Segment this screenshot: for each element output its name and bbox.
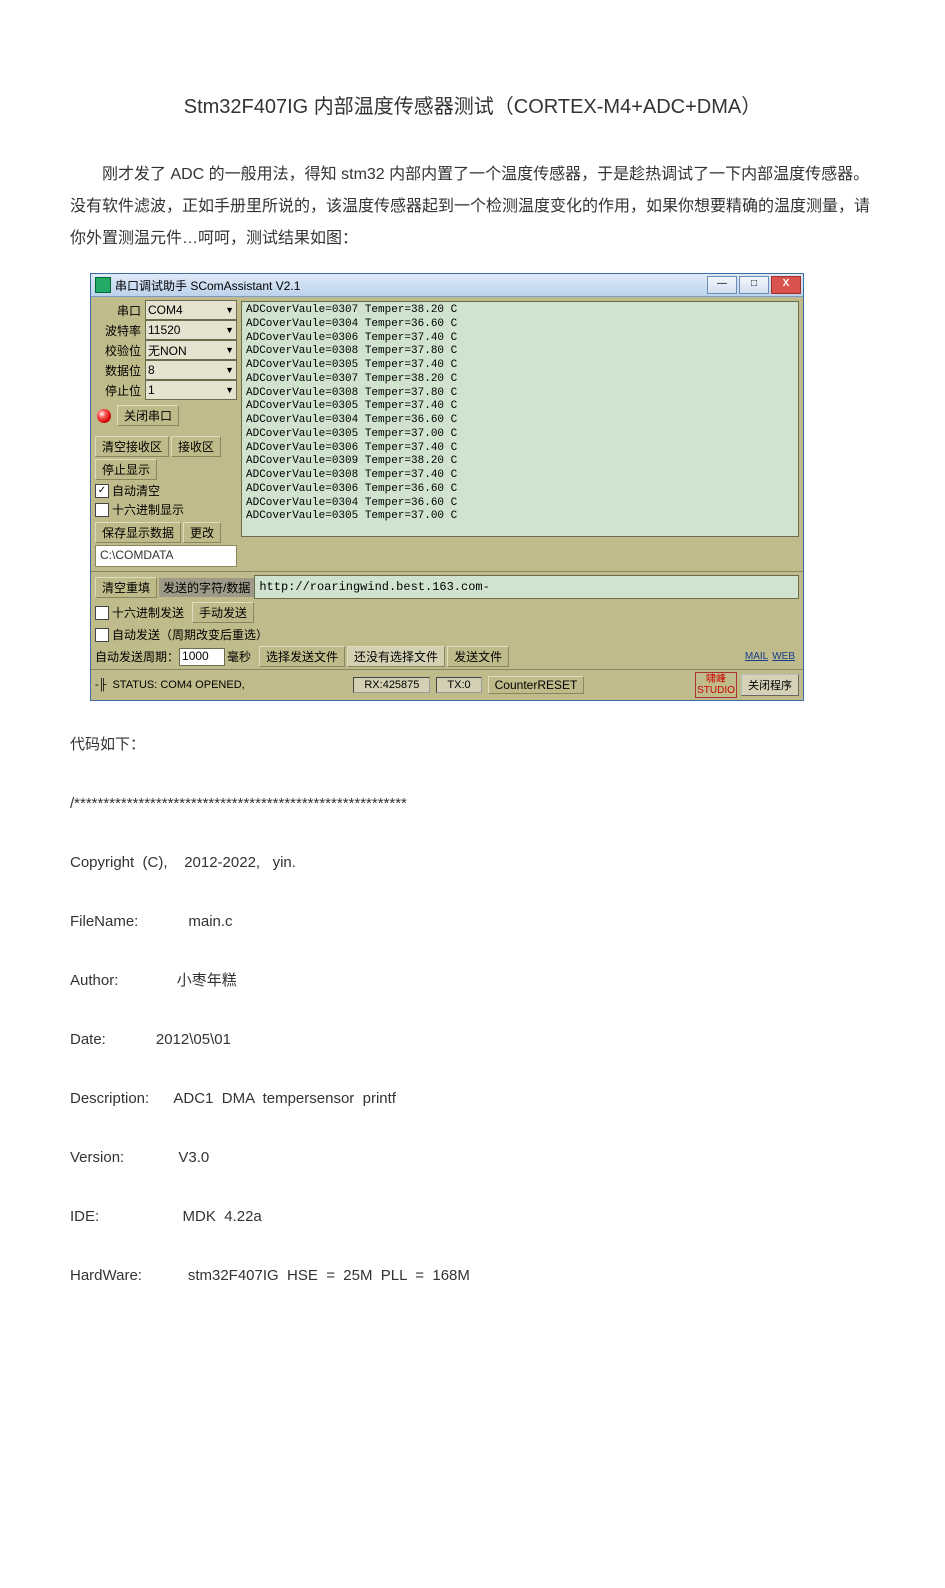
chevron-down-icon: ▼ bbox=[225, 345, 234, 355]
save-path-field[interactable]: C:\COMDATA bbox=[95, 545, 237, 567]
stopbits-select[interactable]: 1▼ bbox=[145, 380, 237, 400]
parity-label: 校验位 bbox=[95, 342, 145, 359]
code-copyright: Copyright (C), 2012-2022, yin. bbox=[70, 849, 875, 876]
parity-select[interactable]: 无NON▼ bbox=[145, 340, 237, 360]
code-filename: FileName: main.c bbox=[70, 908, 875, 935]
document-page: Stm32F407IG 内部温度传感器测试（CORTEX-M4+ADC+DMA）… bbox=[0, 0, 945, 1588]
hex-send-label: 十六进制发送 bbox=[112, 604, 184, 621]
port-label: 串口 bbox=[95, 302, 145, 319]
code-hardware: HardWare: stm32F407IG HSE = 25M PLL = 16… bbox=[70, 1262, 875, 1289]
code-author: Author: 小枣年糕 bbox=[70, 967, 875, 994]
send-file-button[interactable]: 发送文件 bbox=[447, 646, 509, 667]
app-icon bbox=[95, 277, 111, 293]
send-panel: 清空重填 发送的字符/数据 http://roaringwind.best.16… bbox=[91, 571, 803, 669]
code-description: Description: ADC1 DMA tempersensor print… bbox=[70, 1085, 875, 1112]
window-title: 串口调试助手 SComAssistant V2.1 bbox=[115, 277, 705, 294]
auto-clear-label: 自动清空 bbox=[112, 482, 160, 499]
auto-send-label: 自动发送（周期改变后重选） bbox=[112, 626, 268, 643]
hex-display-checkbox[interactable] bbox=[95, 503, 109, 517]
code-date: Date: 2012\05\01 bbox=[70, 1026, 875, 1053]
receive-textarea[interactable]: ADCoverVaule=0307 Temper=38.20 C ADCover… bbox=[241, 301, 799, 537]
rx-counter: RX:425875 bbox=[353, 677, 430, 693]
window-titlebar[interactable]: 串口调试助手 SComAssistant V2.1 — □ X bbox=[91, 274, 803, 297]
change-path-button[interactable]: 更改 bbox=[183, 522, 221, 543]
auto-send-checkbox[interactable] bbox=[95, 628, 109, 642]
port-select[interactable]: COM4▼ bbox=[145, 300, 237, 320]
studio-logo: 啸峰STUDIO bbox=[695, 672, 737, 698]
save-data-button[interactable]: 保存显示数据 bbox=[95, 522, 181, 543]
status-bar: -╟ STATUS: COM4 OPENED, RX:425875 TX:0 C… bbox=[91, 669, 803, 700]
stop-display-button[interactable]: 停止显示 bbox=[95, 459, 157, 480]
databits-select[interactable]: 8▼ bbox=[145, 360, 237, 380]
hex-display-label: 十六进制显示 bbox=[112, 501, 184, 518]
file-status: 还没有选择文件 bbox=[347, 646, 445, 667]
select-file-button[interactable]: 选择发送文件 bbox=[259, 646, 345, 667]
config-panel: 串口 COM4▼ 波特率 11520▼ 校验位 无NON▼ 数据位 8▼ 停止位 bbox=[91, 297, 241, 571]
mail-link[interactable]: MAIL bbox=[745, 651, 768, 662]
clear-send-button[interactable]: 清空重填 bbox=[95, 577, 157, 598]
status-led-icon bbox=[97, 409, 111, 423]
close-program-button[interactable]: 关闭程序 bbox=[741, 674, 799, 696]
tx-counter: TX:0 bbox=[436, 677, 481, 693]
send-input[interactable]: http://roaringwind.best.163.com- bbox=[254, 575, 799, 599]
hex-send-checkbox[interactable] bbox=[95, 606, 109, 620]
code-version: Version: V3.0 bbox=[70, 1144, 875, 1171]
code-section: 代码如下： /*********************************… bbox=[70, 731, 875, 1289]
connector-icon: -╟ bbox=[95, 679, 106, 691]
send-label: 发送的字符/数据 bbox=[159, 578, 254, 597]
counter-reset-button[interactable]: CounterRESET bbox=[488, 676, 585, 694]
clear-rx-button[interactable]: 清空接收区 bbox=[95, 436, 169, 457]
intro-paragraph: 刚才发了 ADC 的一般用法，得知 stm32 内部内置了一个温度传感器，于是趁… bbox=[70, 159, 875, 255]
rx-area-button[interactable]: 接收区 bbox=[171, 436, 221, 457]
period-unit: 毫秒 bbox=[227, 648, 251, 665]
scom-window: 串口调试助手 SComAssistant V2.1 — □ X 串口 COM4▼… bbox=[90, 273, 804, 701]
baud-select[interactable]: 11520▼ bbox=[145, 320, 237, 340]
code-label: 代码如下： bbox=[70, 731, 875, 758]
web-link[interactable]: WEB bbox=[772, 651, 795, 662]
maximize-button[interactable]: □ bbox=[739, 276, 769, 294]
status-text: STATUS: COM4 OPENED, bbox=[112, 679, 244, 691]
databits-label: 数据位 bbox=[95, 362, 145, 379]
close-button[interactable]: X bbox=[771, 276, 801, 294]
baud-label: 波特率 bbox=[95, 322, 145, 339]
period-input[interactable]: 1000 bbox=[179, 648, 225, 666]
chevron-down-icon: ▼ bbox=[225, 305, 234, 315]
chevron-down-icon: ▼ bbox=[225, 385, 234, 395]
stopbits-label: 停止位 bbox=[95, 382, 145, 399]
close-port-button[interactable]: 关闭串口 bbox=[117, 405, 179, 426]
chevron-down-icon: ▼ bbox=[225, 365, 234, 375]
minimize-button[interactable]: — bbox=[707, 276, 737, 294]
chevron-down-icon: ▼ bbox=[225, 325, 234, 335]
auto-clear-checkbox[interactable]: ✓ bbox=[95, 484, 109, 498]
period-label: 自动发送周期： bbox=[95, 648, 179, 665]
code-ide: IDE: MDK 4.22a bbox=[70, 1203, 875, 1230]
page-title: Stm32F407IG 内部温度传感器测试（CORTEX-M4+ADC+DMA） bbox=[70, 90, 875, 119]
code-separator: /***************************************… bbox=[70, 790, 875, 817]
manual-send-button[interactable]: 手动发送 bbox=[192, 602, 254, 623]
